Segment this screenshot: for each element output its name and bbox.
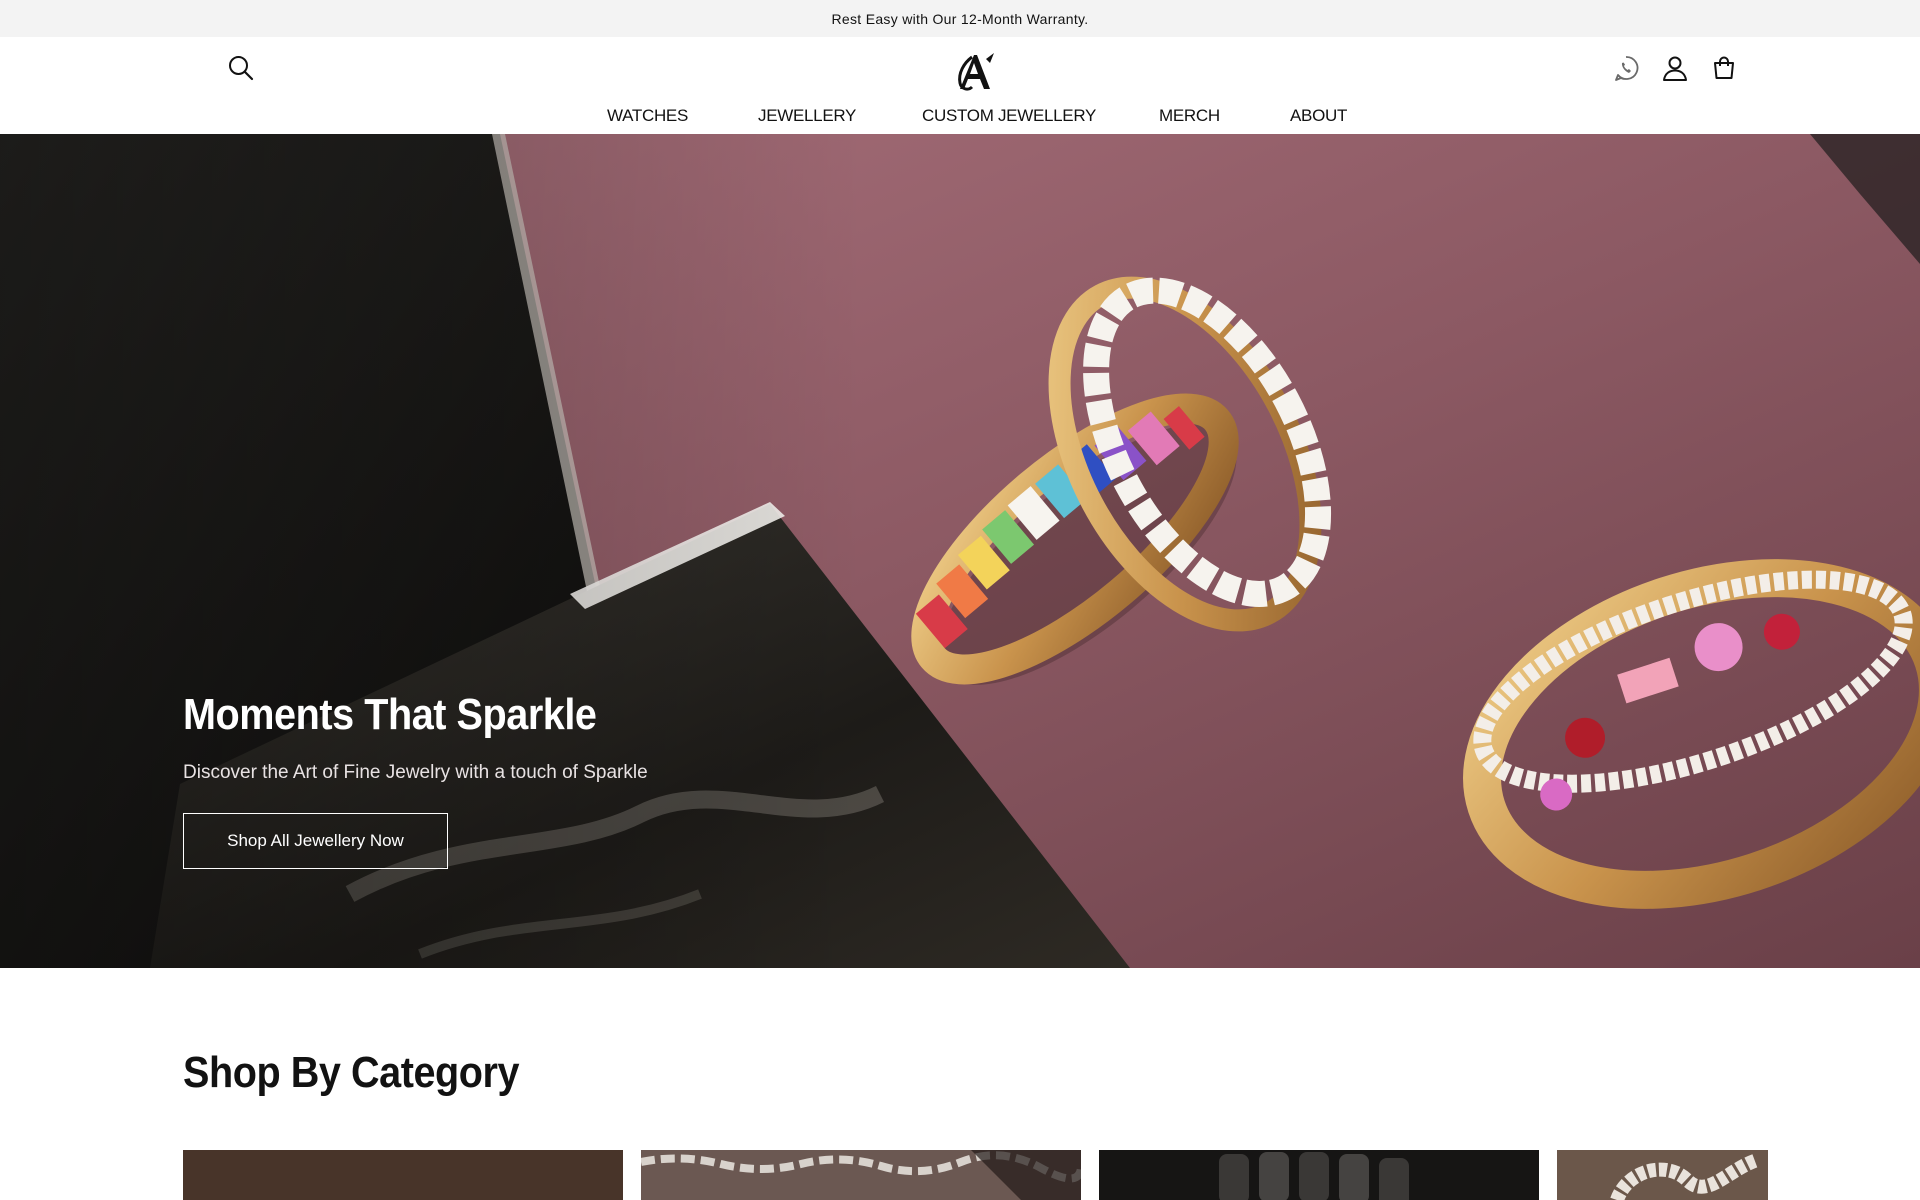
category-card-3[interactable] (1099, 1150, 1539, 1200)
announcement-text: Rest Easy with Our 12-Month Warranty. (831, 10, 1089, 27)
hero-subtitle: Discover the Art of Fine Jewelry with a … (183, 762, 648, 783)
shop-all-jewellery-button[interactable]: Shop All Jewellery Now (183, 813, 448, 869)
whatsapp-icon[interactable] (1609, 51, 1643, 85)
announcement-bar: Rest Easy with Our 12-Month Warranty. (0, 0, 1920, 37)
hero-banner: Moments That Sparkle Discover the Art of… (0, 134, 1920, 968)
cart-icon[interactable] (1707, 51, 1741, 85)
nav-about[interactable]: ABOUT (1290, 106, 1347, 126)
section-title: Shop By Category (183, 1048, 520, 1097)
nav-jewellery[interactable]: JEWELLERY (758, 106, 856, 126)
nav-watches[interactable]: WATCHES (607, 106, 688, 126)
category-image-1 (183, 1150, 623, 1200)
category-card-1[interactable] (183, 1150, 623, 1200)
category-card-4[interactable] (1557, 1150, 1768, 1200)
category-image-4 (1557, 1150, 1768, 1200)
account-icon[interactable] (1658, 51, 1692, 85)
hero-title: Moments That Sparkle (183, 690, 597, 739)
nav-merch[interactable]: MERCH (1159, 106, 1220, 126)
category-image-2 (641, 1150, 1081, 1200)
site-header: WATCHES JEWELLERY CUSTOM JEWELLERY MERCH… (0, 37, 1920, 134)
brand-logo[interactable] (950, 49, 1002, 95)
search-icon[interactable] (224, 51, 258, 85)
category-image-3 (1099, 1150, 1539, 1200)
category-card-2[interactable] (641, 1150, 1081, 1200)
nav-custom-jewellery[interactable]: CUSTOM JEWELLERY (922, 106, 1096, 126)
